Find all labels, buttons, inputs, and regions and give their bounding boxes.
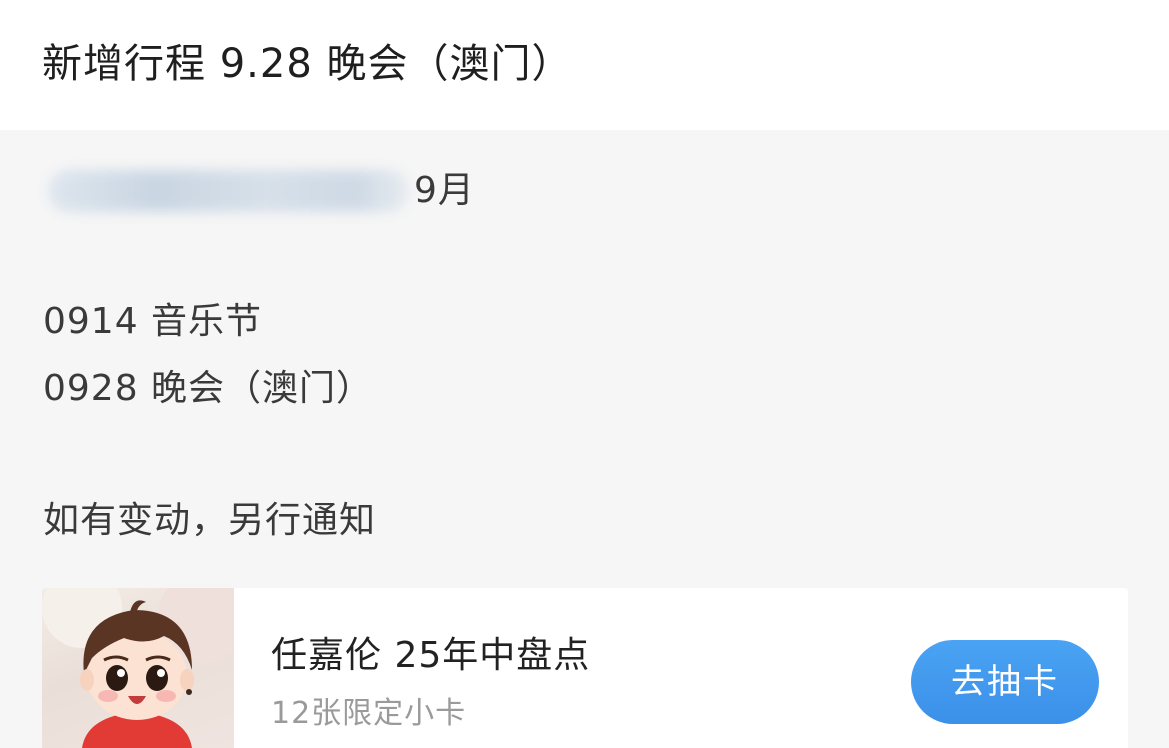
schedule-item-0914: 0914 音乐节 [43, 301, 263, 342]
promo-thumbnail-avatar[interactable] [42, 588, 234, 748]
chibi-character-icon [42, 588, 234, 748]
post-title: 新增行程 9.28 晚会（澳门） [42, 41, 573, 87]
promo-subtitle: 12张限定小卡 [271, 696, 467, 731]
notice-text: 如有变动，另行通知 [43, 500, 377, 541]
page-header: 新增行程 9.28 晚会（澳门） [0, 0, 1169, 130]
schedule-item-0928: 0928 晚会（澳门） [43, 368, 374, 409]
redacted-text-blur [48, 170, 410, 212]
draw-card-button[interactable]: 去抽卡 [911, 640, 1099, 724]
month-text: 9月 [414, 170, 475, 211]
promo-title[interactable]: 任嘉伦 25年中盘点 [271, 632, 590, 680]
promo-card[interactable]: 任嘉伦 25年中盘点 12张限定小卡 去抽卡 [42, 588, 1128, 748]
